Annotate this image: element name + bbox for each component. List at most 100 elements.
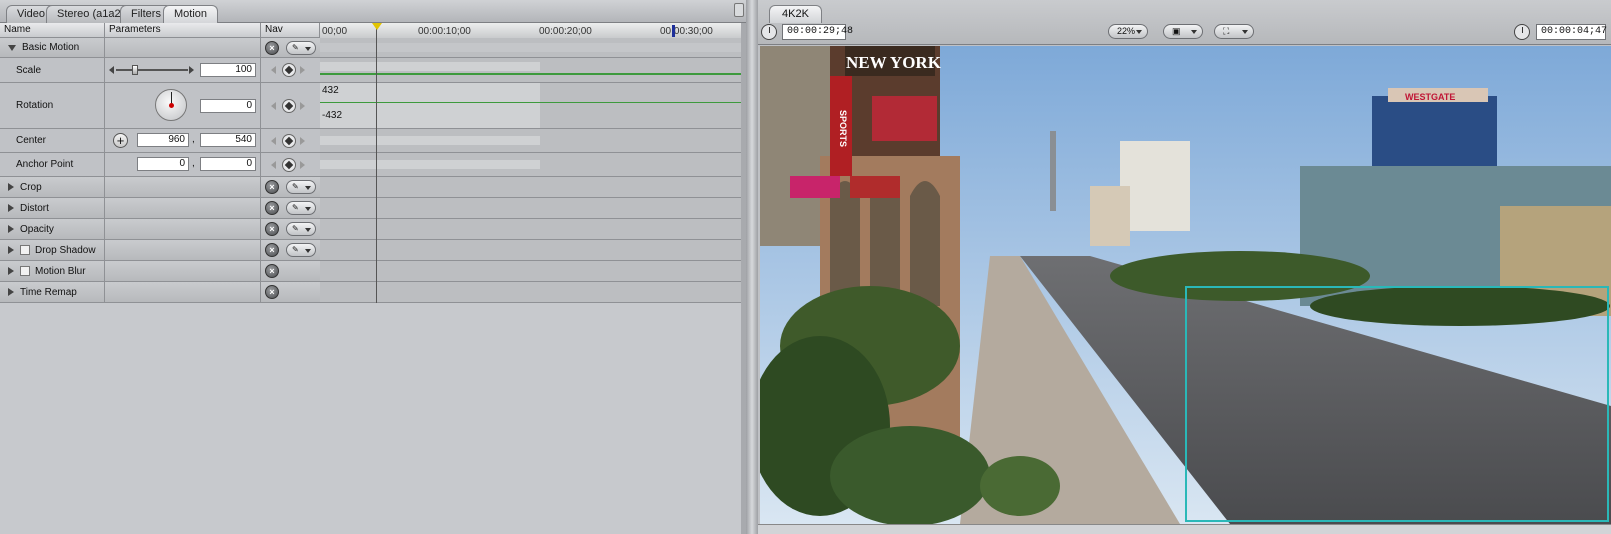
time-remap-nav: × bbox=[261, 282, 320, 302]
scale-value-field[interactable]: 100 bbox=[200, 63, 256, 77]
column-header-name[interactable]: Name bbox=[0, 23, 105, 38]
panel-divider[interactable] bbox=[746, 0, 758, 534]
reset-x-icon[interactable]: × bbox=[265, 201, 279, 215]
timeline-ruler[interactable]: 00;00 00:00:10;00 00:00:20;00 00:00:30;0… bbox=[320, 23, 741, 39]
disclosure-closed-icon[interactable] bbox=[8, 183, 14, 191]
disclosure-closed-icon[interactable] bbox=[8, 246, 14, 254]
keyframe-diamond-icon[interactable] bbox=[282, 63, 296, 77]
time-remap-name[interactable]: Time Remap bbox=[0, 282, 105, 302]
timeline-row bbox=[320, 38, 741, 58]
next-keyframe-icon[interactable] bbox=[300, 101, 305, 110]
center-y-field[interactable]: 540 bbox=[200, 133, 256, 147]
keyframe-diamond-icon[interactable] bbox=[282, 133, 296, 148]
slider-thumb[interactable] bbox=[131, 65, 138, 75]
rotation-curve[interactable] bbox=[320, 102, 741, 103]
timeline-row: 432 -432 bbox=[320, 83, 741, 129]
current-timecode-field[interactable]: 00:00:04;47 bbox=[1536, 24, 1607, 40]
drop-shadow-params bbox=[105, 240, 261, 260]
edit-menu-icon[interactable]: ✎ bbox=[286, 222, 316, 236]
new-york-sign: NEW YORK bbox=[846, 53, 942, 72]
disclosure-closed-icon[interactable] bbox=[8, 267, 14, 275]
motion-blur-checkbox[interactable] bbox=[20, 266, 30, 276]
slider-left-arrow-icon bbox=[109, 66, 114, 74]
title-safe-selection-box[interactable] bbox=[1185, 286, 1609, 522]
edit-menu-icon[interactable]: ✎ bbox=[286, 41, 316, 55]
drop-shadow-nav: × ✎ bbox=[261, 240, 320, 260]
disclosure-open-icon[interactable] bbox=[8, 44, 16, 51]
basic-motion-params bbox=[105, 38, 261, 57]
anchor-x-field[interactable]: 0 bbox=[137, 157, 189, 171]
reset-x-icon[interactable]: × bbox=[265, 222, 279, 236]
next-keyframe-icon[interactable] bbox=[300, 160, 305, 169]
prev-keyframe-icon[interactable] bbox=[271, 160, 276, 169]
zoom-popup[interactable]: 22% bbox=[1108, 24, 1148, 39]
prev-keyframe-icon[interactable] bbox=[271, 66, 276, 74]
distort-params bbox=[105, 198, 261, 218]
viewer-scrubber[interactable] bbox=[758, 524, 1611, 534]
row-rotation: Rotation 0 bbox=[0, 83, 320, 129]
center-x-field[interactable]: 960 bbox=[137, 133, 189, 147]
duration-clock-icon bbox=[761, 24, 777, 40]
timeline-bar bbox=[320, 160, 540, 169]
ruler-label: 00:00:20;00 bbox=[539, 26, 592, 37]
distort-name[interactable]: Distort bbox=[0, 198, 105, 218]
window-resize-button[interactable] bbox=[734, 3, 744, 17]
duration-timecode-field[interactable]: 00:00:29;48 bbox=[782, 24, 853, 40]
rotation-value-field[interactable]: 0 bbox=[200, 99, 256, 113]
timeline-row bbox=[320, 261, 741, 282]
edit-menu-icon[interactable]: ✎ bbox=[286, 243, 316, 257]
overlay-popup[interactable]: ⛶ bbox=[1214, 24, 1254, 39]
basic-motion-label: Basic Motion bbox=[22, 42, 80, 53]
canvas-viewer: 4K2K 00:00:29;48 22% ▣ ⛶ 00:00:04;47 NEW… bbox=[758, 0, 1611, 534]
column-header-parameters[interactable]: Parameters bbox=[105, 23, 261, 38]
reset-x-icon[interactable]: × bbox=[265, 180, 279, 194]
dial-center-icon bbox=[169, 103, 174, 108]
view-mode-popup[interactable]: ▣ bbox=[1163, 24, 1203, 39]
playhead-line[interactable] bbox=[376, 23, 377, 303]
rotation-nav bbox=[261, 83, 320, 128]
next-keyframe-icon[interactable] bbox=[300, 66, 305, 74]
disclosure-closed-icon[interactable] bbox=[8, 204, 14, 212]
reset-x-icon[interactable]: × bbox=[265, 243, 279, 257]
reset-x-icon[interactable]: × bbox=[265, 285, 279, 299]
playhead-marker-icon[interactable] bbox=[372, 23, 382, 30]
anchor-point-label: Anchor Point bbox=[0, 153, 105, 176]
tab-motion[interactable]: Motion bbox=[163, 5, 219, 24]
keyframe-timeline[interactable]: 00;00 00:00:10;00 00:00:20;00 00:00:30;0… bbox=[320, 23, 741, 303]
next-keyframe-icon[interactable] bbox=[300, 136, 305, 145]
ruler-label: 00:00:10;00 bbox=[418, 26, 471, 37]
keyframe-diamond-icon[interactable] bbox=[282, 157, 296, 172]
disclosure-closed-icon[interactable] bbox=[8, 225, 14, 233]
column-header-nav[interactable]: Nav bbox=[261, 23, 320, 38]
out-point-marker[interactable] bbox=[672, 25, 675, 37]
opacity-name[interactable]: Opacity bbox=[0, 219, 105, 239]
distort-label: Distort bbox=[20, 202, 49, 214]
prev-keyframe-icon[interactable] bbox=[271, 101, 276, 110]
basic-motion-name[interactable]: Basic Motion bbox=[0, 38, 105, 57]
disclosure-closed-icon[interactable] bbox=[8, 288, 14, 296]
edit-menu-icon[interactable]: ✎ bbox=[286, 201, 316, 215]
prev-keyframe-icon[interactable] bbox=[271, 136, 276, 145]
scale-slider[interactable] bbox=[109, 65, 194, 75]
basic-motion-nav: × ✎ bbox=[261, 38, 320, 57]
scale-curve[interactable] bbox=[320, 73, 741, 75]
rotation-label: Rotation bbox=[0, 83, 105, 128]
crop-params bbox=[105, 177, 261, 197]
drop-shadow-checkbox[interactable] bbox=[20, 245, 30, 255]
crop-name[interactable]: Crop bbox=[0, 177, 105, 197]
video-frame[interactable]: NEW YORK SPORTS WESTGATE bbox=[760, 46, 1611, 524]
anchor-y-field[interactable]: 0 bbox=[200, 157, 256, 171]
timeline-bar bbox=[320, 136, 540, 145]
keyframe-diamond-icon[interactable] bbox=[282, 98, 296, 113]
tab-4k2k[interactable]: 4K2K bbox=[769, 5, 822, 23]
reset-x-icon[interactable]: × bbox=[265, 41, 279, 55]
motion-blur-name[interactable]: Motion Blur bbox=[0, 261, 105, 281]
row-distort: Distort × ✎ bbox=[0, 198, 320, 219]
ruler-label: 00;00 bbox=[322, 26, 348, 37]
reset-x-icon[interactable]: × bbox=[265, 264, 279, 278]
center-label: Center bbox=[0, 129, 105, 152]
rotation-dial[interactable] bbox=[155, 89, 187, 121]
crosshair-icon[interactable]: + bbox=[113, 133, 128, 148]
edit-menu-icon[interactable]: ✎ bbox=[286, 180, 316, 194]
drop-shadow-name[interactable]: Drop Shadow bbox=[0, 240, 105, 260]
